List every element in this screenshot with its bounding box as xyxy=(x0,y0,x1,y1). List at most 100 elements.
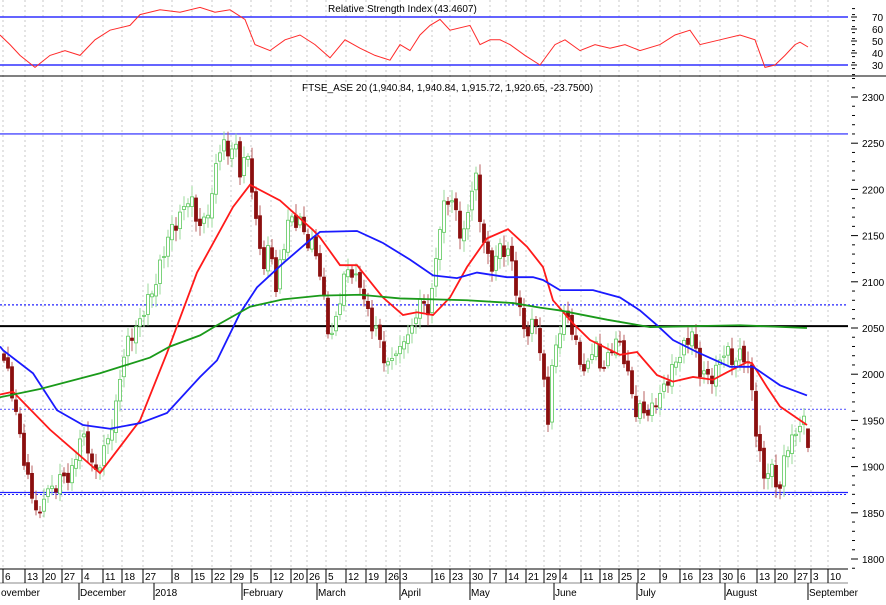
candle-body xyxy=(286,219,290,253)
candle-body xyxy=(406,334,410,344)
candle-body xyxy=(210,193,214,219)
candle-body xyxy=(394,353,398,357)
x-tick-label: 15 xyxy=(194,572,206,583)
x-tick-label: 14 xyxy=(508,572,520,583)
x-tick-label: 10 xyxy=(830,572,842,583)
candle-body xyxy=(290,216,294,223)
candle-body xyxy=(198,218,202,226)
candle-body xyxy=(322,276,326,296)
price-tick-label: 2000 xyxy=(862,370,885,381)
candle-body xyxy=(42,498,46,512)
candle-body xyxy=(154,284,158,297)
candle-body xyxy=(738,348,742,361)
candle-body xyxy=(438,229,442,260)
candle-body xyxy=(734,360,738,368)
price-tick-label: 1850 xyxy=(862,509,885,520)
candle-body xyxy=(186,203,190,208)
candle-body xyxy=(178,211,182,230)
candle-body xyxy=(46,488,50,497)
candle-body xyxy=(434,258,438,287)
candle-body xyxy=(722,355,726,358)
candle-body xyxy=(242,157,246,176)
x-tick-label: 12 xyxy=(348,572,360,583)
candle-body xyxy=(130,337,134,341)
candle-body xyxy=(466,212,470,230)
candle-body xyxy=(450,200,454,203)
candle-body xyxy=(398,345,402,355)
candle-body xyxy=(490,250,494,272)
candle-body xyxy=(766,473,770,479)
candle-body xyxy=(506,248,510,256)
x-tick-label: 30 xyxy=(472,572,484,583)
candle-body xyxy=(470,190,474,211)
month-label: ovember xyxy=(1,588,41,599)
candle-body xyxy=(234,143,238,150)
candle-body xyxy=(586,360,590,369)
candle-body xyxy=(770,463,774,477)
candle-body xyxy=(222,139,226,152)
x-tick-label: 29 xyxy=(546,572,558,583)
x-tick-label: 4 xyxy=(84,572,90,583)
month-label: 2018 xyxy=(155,588,178,599)
x-tick-label: 13 xyxy=(759,572,771,583)
candle-body xyxy=(166,236,170,257)
price-tick-label: 2100 xyxy=(862,278,885,289)
candle-body xyxy=(226,140,230,157)
candle-body xyxy=(282,249,286,260)
candle-body xyxy=(326,297,330,335)
candle-body xyxy=(682,339,686,356)
rsi-current-value: (43.4607) xyxy=(434,4,477,15)
x-tick-label: 2 xyxy=(640,572,646,583)
candle-body xyxy=(742,345,746,363)
candle-body xyxy=(494,255,498,271)
candle-body xyxy=(106,438,110,445)
x-tick-label: 26 xyxy=(309,572,321,583)
candle-body xyxy=(6,357,10,369)
candle-body xyxy=(546,376,550,425)
candle-body xyxy=(798,425,802,433)
candle-body xyxy=(602,366,606,369)
candle-body xyxy=(402,341,406,350)
x-tick-label: 3 xyxy=(813,572,819,583)
rsi-tick-label: 40 xyxy=(872,49,884,60)
candle-body xyxy=(150,293,154,298)
candle-body xyxy=(310,238,314,250)
candle-body xyxy=(378,324,382,340)
candle-body xyxy=(686,338,690,345)
price-axis: 2300 2250 2200 2150 2100 2050 2000 1950 1900 1850… xyxy=(851,78,885,569)
candle-body xyxy=(758,434,762,452)
x-tick-label: 23 xyxy=(452,572,464,583)
month-label: August xyxy=(726,588,757,599)
price-tick-label: 2250 xyxy=(862,139,885,150)
candle-body xyxy=(642,401,646,414)
candle-body xyxy=(694,334,698,349)
x-tick-label: 8 xyxy=(174,572,180,583)
stock-chart: Relative Strength Index (43.4607) FTSE_A… xyxy=(0,0,886,600)
candle-body xyxy=(430,287,434,314)
candle-body xyxy=(262,247,266,270)
candle-body xyxy=(274,257,278,293)
candle-body xyxy=(418,298,422,319)
candle-body xyxy=(690,331,694,347)
candle-body xyxy=(606,352,610,367)
candle-body xyxy=(646,409,650,416)
candle-body xyxy=(386,361,390,366)
price-tick-label: 1800 xyxy=(862,555,885,566)
month-label: June xyxy=(555,588,577,599)
candle-body xyxy=(10,366,14,399)
candle-body xyxy=(750,364,754,391)
candle-body xyxy=(110,429,114,441)
candle-body xyxy=(314,236,318,257)
candle-body xyxy=(462,228,466,242)
candle-body xyxy=(446,201,450,205)
rsi-axis: 7060504030 xyxy=(851,8,884,76)
candle-body xyxy=(162,256,166,258)
candle-body xyxy=(634,395,638,418)
x-tick-label: 27 xyxy=(64,572,76,583)
x-tick-label: 3 xyxy=(402,572,408,583)
x-tick-label: 11 xyxy=(105,572,116,583)
rsi-tick-label: 70 xyxy=(872,13,884,24)
candle-body xyxy=(458,210,462,239)
candle-body xyxy=(58,474,62,495)
candle-body xyxy=(806,428,810,448)
